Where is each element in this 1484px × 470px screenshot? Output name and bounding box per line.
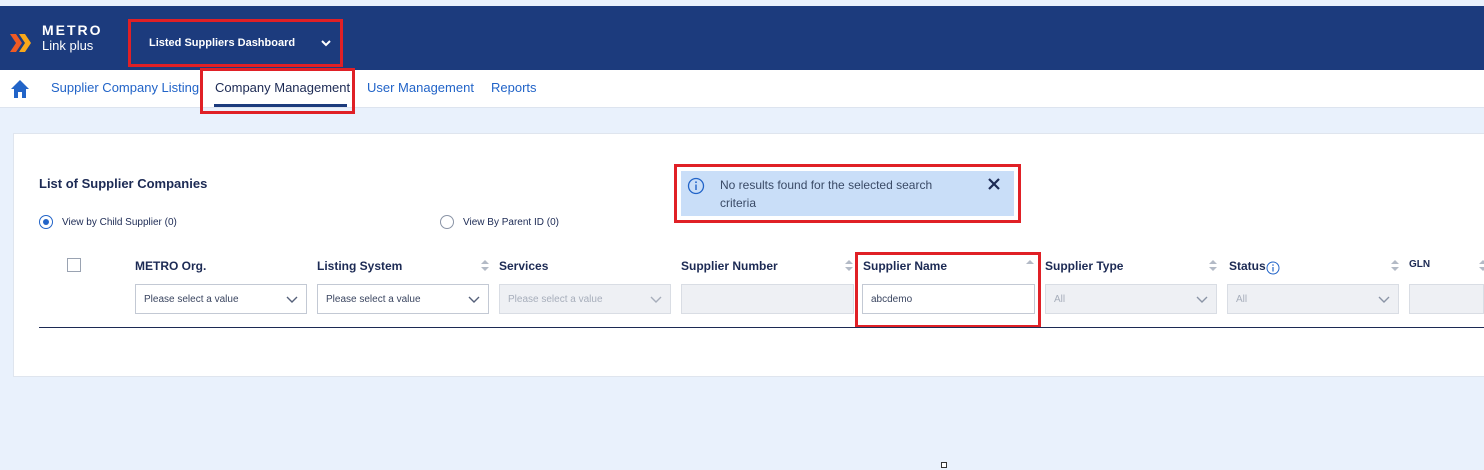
close-icon[interactable]	[986, 176, 1002, 192]
status-select[interactable]: All	[1227, 284, 1399, 314]
col-header-metro-org[interactable]: METRO Org.	[135, 259, 206, 273]
alert-message: No results found for the selected search…	[720, 178, 933, 210]
chevron-down-icon	[650, 296, 662, 303]
supplier-type-select[interactable]: All	[1045, 284, 1217, 314]
active-tab-indicator	[214, 104, 347, 107]
supplier-name-input[interactable]: abcdemo	[862, 284, 1035, 314]
chevron-down-icon	[1378, 296, 1390, 303]
sort-icon[interactable]	[1479, 260, 1484, 272]
gln-input[interactable]	[1409, 284, 1484, 314]
sort-asc-icon[interactable]	[1026, 260, 1034, 272]
table-header-divider	[39, 327, 1484, 328]
brand-subtitle: Link plus	[42, 38, 94, 53]
listing-system-select-value: Please select a value	[326, 294, 421, 305]
col-header-status[interactable]: Status	[1229, 259, 1266, 273]
home-icon[interactable]	[10, 79, 30, 99]
supplier-type-select-value: All	[1054, 294, 1066, 305]
status-select-value: All	[1236, 294, 1248, 305]
radio-selected-icon	[39, 215, 53, 229]
col-header-gln[interactable]: GLN	[1409, 259, 1430, 270]
radio-label-parent: View By Parent ID (0)	[463, 216, 559, 228]
top-bar: METRO Link plus Listed Suppliers Dashboa…	[0, 6, 1484, 70]
page-title: List of Supplier Companies	[39, 176, 208, 191]
col-header-supplier-name[interactable]: Supplier Name	[863, 259, 947, 273]
services-select[interactable]: Please select a value	[499, 284, 671, 314]
no-results-alert: No results found for the selected search…	[674, 164, 1021, 223]
chevron-down-icon	[1196, 296, 1208, 303]
col-header-supplier-type[interactable]: Supplier Type	[1045, 259, 1123, 273]
chevron-down-icon	[321, 40, 331, 47]
select-all-checkbox[interactable]	[67, 258, 81, 272]
metro-logo[interactable]: METRO Link plus	[10, 20, 120, 60]
metro-org-select-value: Please select a value	[144, 294, 239, 305]
info-icon	[687, 177, 705, 195]
sort-icon[interactable]	[1391, 260, 1399, 272]
supplier-name-value: abcdemo	[871, 294, 913, 305]
listing-system-select[interactable]: Please select a value	[317, 284, 489, 314]
radio-view-by-parent[interactable]: View By Parent ID (0)	[440, 215, 559, 229]
metro-org-select[interactable]: Please select a value	[135, 284, 307, 314]
resize-handle[interactable]	[941, 462, 947, 468]
nav-user-management[interactable]: User Management	[367, 80, 474, 95]
nav-supplier-company-listing[interactable]: Supplier Company Listing	[51, 80, 199, 95]
col-header-supplier-number[interactable]: Supplier Number	[681, 259, 778, 273]
brand-name: METRO	[42, 22, 103, 38]
dashboard-select-label: Listed Suppliers Dashboard	[149, 37, 296, 49]
dashboard-select[interactable]: Listed Suppliers Dashboard	[128, 19, 343, 67]
sort-icon[interactable]	[845, 260, 853, 272]
chevron-down-icon	[468, 296, 480, 303]
chevron-down-icon	[286, 296, 298, 303]
alert-body: No results found for the selected search…	[681, 171, 1014, 216]
metro-chevrons-icon	[10, 34, 31, 52]
nav-reports[interactable]: Reports	[491, 80, 537, 95]
nav-bar: Supplier Company Listing Company Managem…	[0, 70, 1484, 108]
col-header-listing-system[interactable]: Listing System	[317, 259, 402, 273]
nav-company-management[interactable]: Company Management	[215, 80, 350, 95]
supplier-number-input[interactable]	[681, 284, 854, 314]
info-icon[interactable]	[1266, 261, 1280, 275]
radio-label-child: View by Child Supplier (0)	[62, 216, 177, 228]
sort-icon[interactable]	[1209, 260, 1217, 272]
sort-icon[interactable]	[481, 260, 489, 272]
radio-view-by-child[interactable]: View by Child Supplier (0)	[39, 215, 177, 229]
services-select-value: Please select a value	[508, 294, 603, 305]
col-header-services[interactable]: Services	[499, 259, 548, 273]
radio-unselected-icon	[440, 215, 454, 229]
